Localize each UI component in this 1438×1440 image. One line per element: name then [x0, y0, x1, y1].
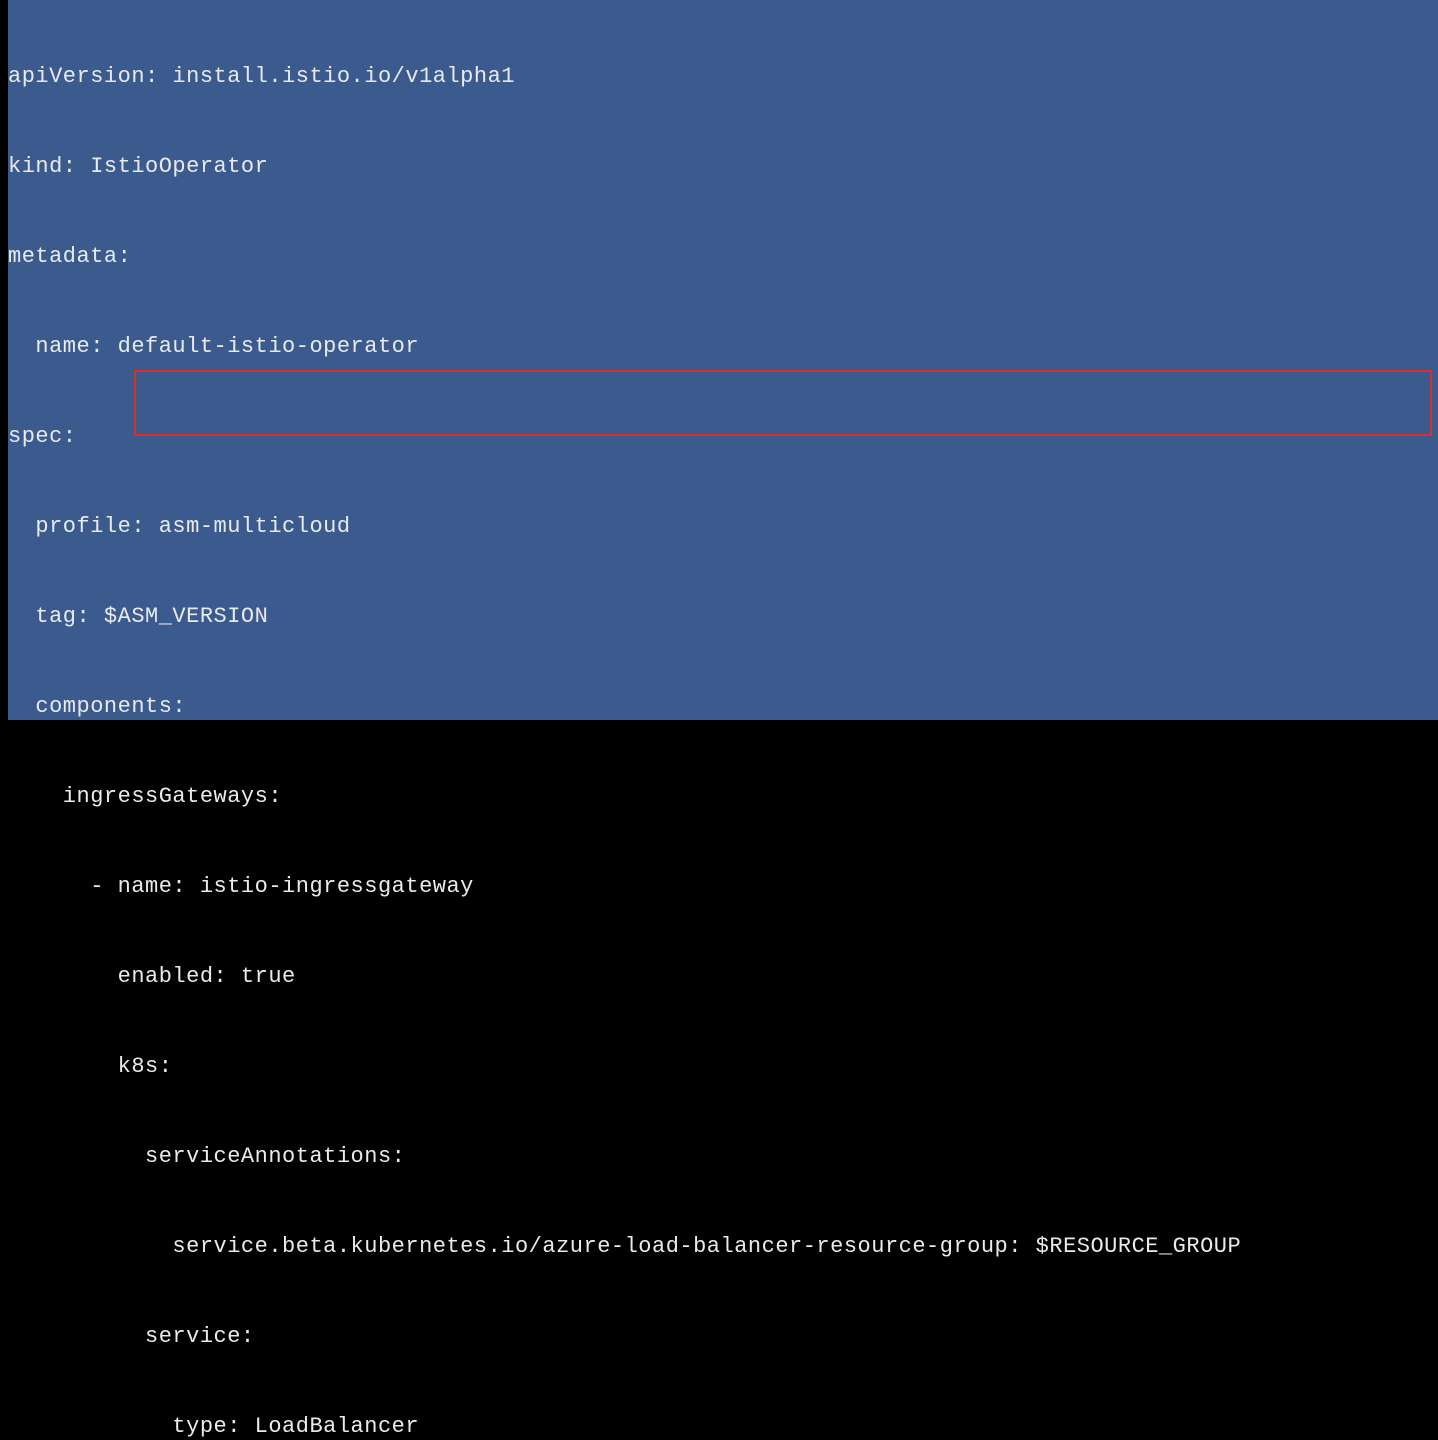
code-line: serviceAnnotations:: [8, 1142, 1438, 1172]
code-line: ingressGateways:: [8, 782, 1438, 812]
code-line: spec:: [8, 422, 1438, 452]
code-line: type: LoadBalancer: [8, 1412, 1438, 1440]
code-line: k8s:: [8, 1052, 1438, 1082]
code-line: components:: [8, 692, 1438, 722]
code-line: enabled: true: [8, 962, 1438, 992]
code-line: name: default-istio-operator: [8, 332, 1438, 362]
yaml-code-block: apiVersion: install.istio.io/v1alpha1 ki…: [8, 0, 1438, 1440]
code-line: apiVersion: install.istio.io/v1alpha1: [8, 62, 1438, 92]
code-line: profile: asm-multicloud: [8, 512, 1438, 542]
code-line: kind: IstioOperator: [8, 152, 1438, 182]
code-container: apiVersion: install.istio.io/v1alpha1 ki…: [8, 0, 1438, 720]
code-line: tag: $ASM_VERSION: [8, 602, 1438, 632]
code-line: service.beta.kubernetes.io/azure-load-ba…: [8, 1232, 1438, 1262]
code-line: metadata:: [8, 242, 1438, 272]
code-line: service:: [8, 1322, 1438, 1352]
code-line: - name: istio-ingressgateway: [8, 872, 1438, 902]
